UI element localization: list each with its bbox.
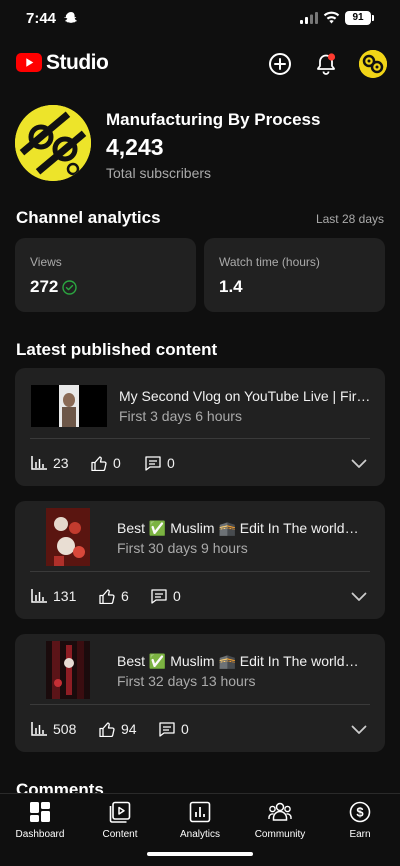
app-header: Studio bbox=[0, 44, 400, 84]
metric-value: 1.4 bbox=[219, 277, 243, 296]
comments-count: 0 bbox=[181, 721, 189, 737]
bell-icon bbox=[317, 53, 336, 75]
views-value: 272 bbox=[30, 277, 78, 297]
views-count: 508 bbox=[53, 721, 77, 737]
chevron-down-icon[interactable] bbox=[351, 592, 367, 602]
watch-time-value: 1.4 bbox=[219, 277, 243, 297]
video-performance: First 3 days 6 hours bbox=[119, 408, 242, 424]
cellular-signal-icon bbox=[300, 12, 318, 24]
divider bbox=[30, 438, 370, 439]
divider bbox=[30, 571, 370, 572]
snapchat-icon bbox=[64, 12, 77, 23]
channel-name: Manufacturing By Process bbox=[106, 110, 321, 129]
analytics-title: Channel analytics bbox=[16, 208, 161, 227]
thumbnail-image bbox=[46, 508, 90, 566]
nav-analytics[interactable]: Analytics bbox=[160, 800, 240, 840]
views-count: 131 bbox=[53, 588, 77, 604]
likes-stat: 0 bbox=[91, 455, 121, 471]
comment-icon bbox=[151, 588, 167, 604]
notifications-button[interactable] bbox=[312, 50, 340, 78]
earn-icon: $ bbox=[349, 801, 371, 823]
nav-earn[interactable]: $ Earn bbox=[320, 800, 400, 840]
likes-stat: 6 bbox=[99, 588, 129, 604]
nav-label: Earn bbox=[349, 829, 371, 840]
chevron-down-icon[interactable] bbox=[351, 725, 367, 735]
dashboard-icon bbox=[30, 802, 50, 822]
thumbnail-image bbox=[46, 641, 90, 699]
bar-chart-icon bbox=[31, 456, 47, 470]
likes-count: 0 bbox=[113, 455, 121, 471]
metric-value: 272 bbox=[30, 277, 59, 296]
analytics-icon bbox=[189, 801, 211, 823]
video-thumbnail bbox=[46, 641, 90, 699]
video-card[interactable]: My Second Vlog on YouTube Live | First..… bbox=[15, 368, 385, 486]
likes-stat: 94 bbox=[99, 721, 137, 737]
comments-stat: 0 bbox=[151, 588, 181, 604]
views-card[interactable]: Views 272 bbox=[15, 238, 196, 312]
home-indicator bbox=[147, 852, 253, 856]
comment-icon bbox=[145, 455, 161, 471]
likes-count: 94 bbox=[121, 721, 137, 737]
wifi-icon bbox=[323, 11, 340, 24]
views-stat: 23 bbox=[31, 455, 69, 471]
nav-label: Analytics bbox=[179, 829, 220, 840]
thumbs-up-icon bbox=[91, 455, 107, 471]
video-card[interactable]: Best ✅ Muslim 🕋 Edit In The world🌍 ... F… bbox=[15, 634, 385, 752]
community-icon bbox=[268, 802, 292, 821]
video-performance: First 32 days 13 hours bbox=[117, 673, 256, 689]
divider bbox=[30, 704, 370, 705]
video-title: Best ✅ Muslim 🕋 Edit In The world🌍 ... bbox=[117, 653, 371, 669]
nav-label: Community bbox=[254, 829, 306, 840]
comments-stat: 0 bbox=[145, 455, 175, 471]
svg-text:$: $ bbox=[356, 805, 364, 820]
video-performance: First 30 days 9 hours bbox=[117, 540, 248, 556]
create-button[interactable] bbox=[266, 50, 294, 78]
video-title: My Second Vlog on YouTube Live | First..… bbox=[119, 388, 371, 404]
youtube-logo-icon bbox=[16, 53, 42, 72]
video-title: Best ✅ Muslim 🕋 Edit In The world🌍 ... bbox=[117, 520, 371, 536]
bar-chart-icon bbox=[31, 722, 47, 736]
views-stat: 131 bbox=[31, 588, 76, 604]
views-stat: 508 bbox=[31, 721, 76, 737]
latest-content-title: Latest published content bbox=[16, 340, 218, 359]
thumbs-up-icon bbox=[99, 588, 115, 604]
check-circle-icon bbox=[62, 279, 78, 295]
status-time: 7:44 bbox=[26, 10, 57, 27]
nav-content[interactable]: Content bbox=[80, 800, 160, 840]
status-bar: 7:44 91 bbox=[0, 0, 400, 40]
comments-count: 0 bbox=[167, 455, 175, 471]
comments-stat: 0 bbox=[159, 721, 189, 737]
channel-avatar[interactable] bbox=[15, 105, 91, 181]
metric-label: Watch time (hours) bbox=[219, 255, 320, 269]
nav-label: Content bbox=[102, 829, 138, 840]
comment-icon bbox=[159, 721, 175, 737]
analytics-period: Last 28 days bbox=[315, 212, 384, 226]
metric-label: Views bbox=[30, 255, 62, 269]
video-card[interactable]: Best ✅ Muslim 🕋 Edit In The world🌍 ... F… bbox=[15, 501, 385, 619]
content-icon bbox=[109, 801, 131, 823]
account-avatar[interactable] bbox=[359, 50, 387, 78]
subscriber-label: Total subscribers bbox=[106, 165, 212, 181]
views-count: 23 bbox=[53, 455, 69, 471]
nav-dashboard[interactable]: Dashboard bbox=[0, 800, 80, 840]
battery-indicator: 91 bbox=[345, 11, 374, 25]
chevron-down-icon[interactable] bbox=[351, 459, 367, 469]
comments-count: 0 bbox=[173, 588, 181, 604]
thumbs-up-icon bbox=[99, 721, 115, 737]
video-thumbnail bbox=[31, 385, 107, 427]
bar-chart-icon bbox=[31, 589, 47, 603]
studio-wordmark: Studio bbox=[46, 51, 109, 74]
nav-community[interactable]: Community bbox=[240, 800, 320, 840]
channel-logo-icon bbox=[15, 105, 91, 181]
nav-label: Dashboard bbox=[15, 829, 65, 840]
thumbnail-image bbox=[31, 385, 107, 427]
channel-logo-icon bbox=[359, 50, 387, 78]
add-circle-icon bbox=[269, 53, 291, 75]
likes-count: 6 bbox=[121, 588, 129, 604]
video-thumbnail bbox=[46, 508, 90, 566]
subscriber-count: 4,243 bbox=[106, 134, 164, 160]
watch-time-card[interactable]: Watch time (hours) 1.4 bbox=[204, 238, 385, 312]
